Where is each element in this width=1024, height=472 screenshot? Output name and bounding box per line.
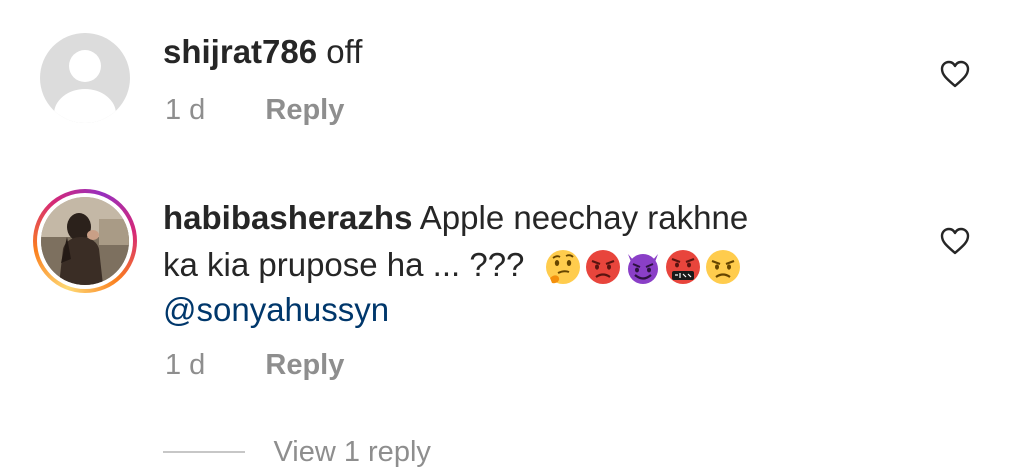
comment-text: shijrat786 off [163, 32, 362, 72]
view-replies-button[interactable]: View 1 reply [163, 432, 431, 472]
angry-face-emoji-icon [585, 250, 620, 285]
comment-body: off [326, 33, 363, 70]
comment-timestamp: 1 d [165, 349, 206, 381]
heart-icon[interactable] [940, 60, 970, 88]
view-replies-label: View 1 reply [273, 436, 431, 468]
comment-item: shijrat786 off 1 d Reply [0, 0, 1024, 160]
thinking-face-emoji-icon [545, 250, 580, 285]
profile-photo-image [41, 197, 129, 285]
avatar[interactable] [40, 33, 130, 123]
emoji-row [544, 248, 744, 286]
comment-username[interactable]: habibasherazhs [163, 199, 412, 236]
avatar[interactable] [33, 189, 137, 293]
comment-text-continued: ka kia prupose ha ... ??? [163, 245, 744, 286]
angry-face-emoji-icon [705, 250, 740, 285]
comment-mention-line: @sonyahussyn [163, 290, 389, 330]
comment-meta: 1 d Reply [165, 347, 344, 383]
default-avatar-head [69, 50, 101, 82]
default-avatar-body [54, 89, 116, 123]
comment-meta: 1 d Reply [165, 92, 344, 128]
comment-text: habibasherazhs Apple neechay rakhne [163, 198, 748, 238]
profile-photo [41, 197, 129, 285]
heart-icon[interactable] [940, 227, 970, 255]
comment-body: Apple neechay rakhne [419, 199, 749, 236]
mention-link[interactable]: @sonyahussyn [163, 291, 389, 328]
reply-button[interactable]: Reply [265, 94, 344, 126]
view-replies-divider [163, 451, 245, 453]
comment-username[interactable]: shijrat786 [163, 33, 317, 70]
devil-face-emoji-icon [627, 254, 658, 285]
comment-body-continued: ka kia prupose ha ... ??? [163, 246, 525, 283]
reply-button[interactable]: Reply [265, 349, 344, 381]
comment-item: habibasherazhs Apple neechay rakhne ka k… [0, 180, 1024, 410]
comment-timestamp: 1 d [165, 94, 206, 126]
cursing-face-emoji-icon [665, 250, 700, 285]
